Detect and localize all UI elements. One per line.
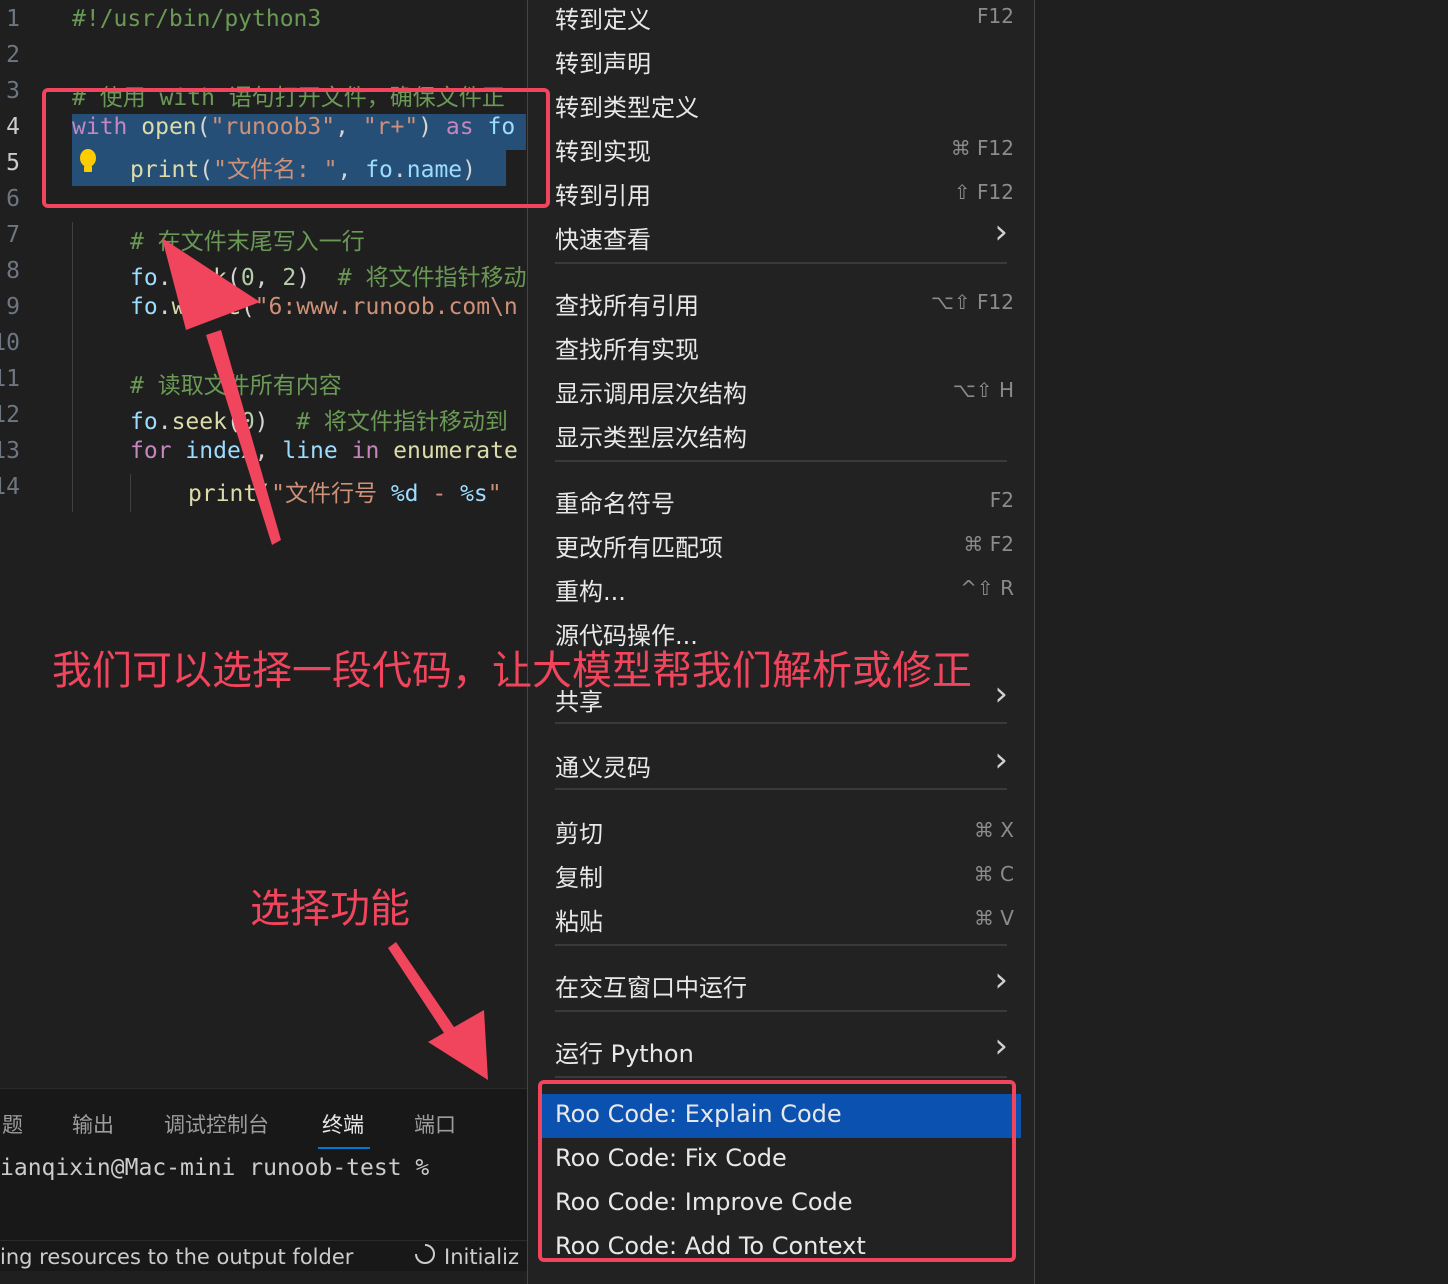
- arrow-down-icon: [388, 942, 488, 1080]
- annotation-arrows: [162, 238, 488, 1080]
- arrow-up-icon: [162, 238, 281, 545]
